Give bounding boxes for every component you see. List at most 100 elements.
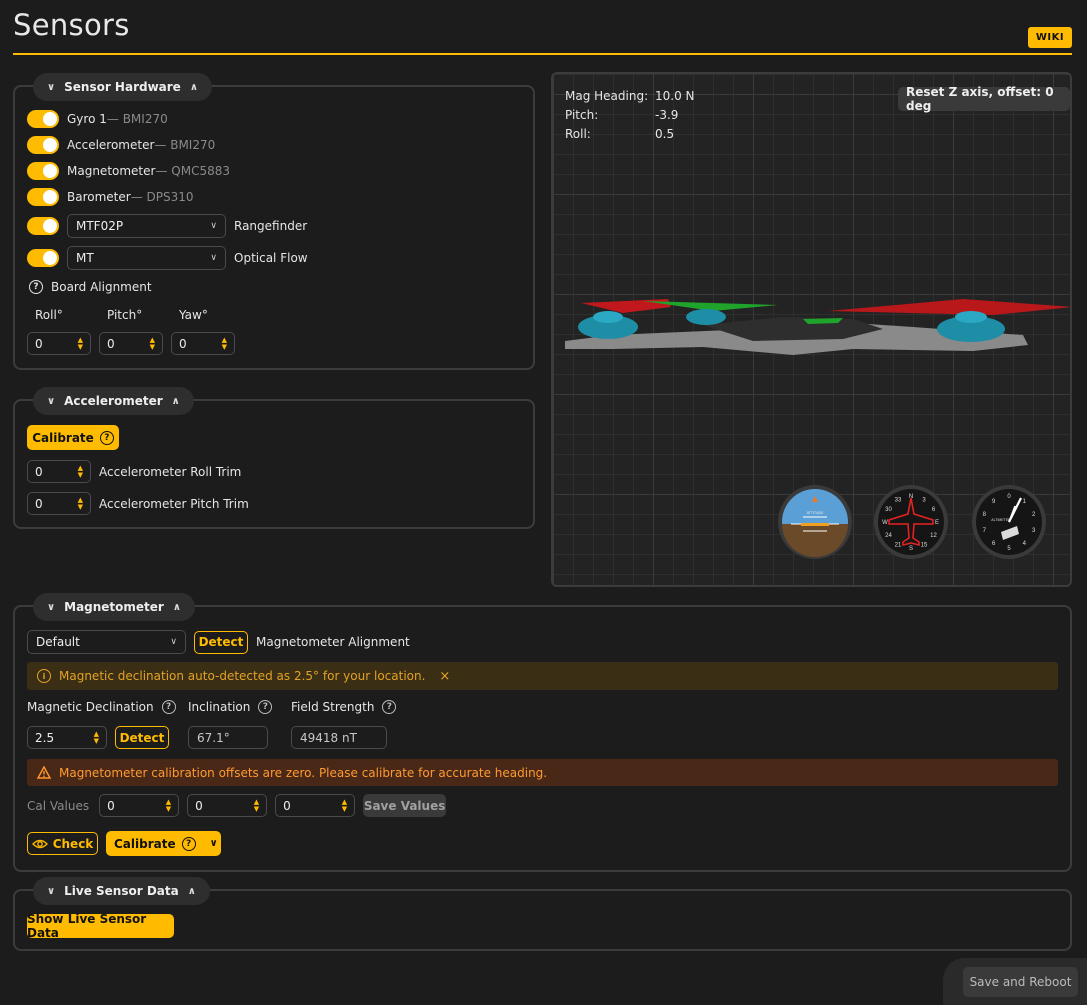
rangefinder-select[interactable]: MTF02P ∨ bbox=[67, 214, 226, 238]
help-icon: ? bbox=[99, 430, 114, 445]
yaw-value: 0 bbox=[179, 336, 187, 351]
chevron-down-icon: ∨ bbox=[47, 885, 56, 897]
show-live-data-button[interactable]: Show Live Sensor Data bbox=[27, 912, 174, 940]
wiki-button[interactable]: WIKI bbox=[1028, 27, 1072, 48]
info-icon: i bbox=[37, 669, 51, 683]
stepper-icon[interactable]: ▲ ▼ bbox=[342, 798, 347, 813]
viewer-roll-value: 0.5 bbox=[655, 127, 675, 141]
compass-label: 21 bbox=[895, 543, 902, 549]
cal-z-input[interactable]: 0 ▲ ▼ bbox=[275, 794, 356, 817]
pitch-input[interactable]: 0 ▲ ▼ bbox=[99, 332, 163, 355]
declination-detect-button[interactable]: Detect bbox=[115, 726, 169, 749]
help-icon[interactable]: ? bbox=[382, 700, 397, 714]
warning-banner-text: Magnetometer calibration offsets are zer… bbox=[59, 765, 548, 780]
accelerometer-title: Accelerometer bbox=[64, 394, 163, 408]
mag-calibrate-button[interactable]: Calibrate ? ∨ bbox=[106, 831, 221, 856]
yaw-input[interactable]: 0 ▲ ▼ bbox=[171, 332, 235, 355]
reset-z-axis-button[interactable]: Reset Z axis, offset: 0 deg bbox=[898, 85, 1070, 113]
accel-pitch-trim-row: 0 ▲ ▼ Accelerometer Pitch Trim bbox=[27, 492, 249, 515]
model-viewer[interactable]: Mag Heading: 10.0 N Pitch: -3.9 Roll: 0.… bbox=[551, 72, 1072, 587]
stepper-icon[interactable]: ▲ ▼ bbox=[254, 798, 259, 813]
sensor-hardware-tab[interactable]: ∨ Sensor Hardware ∧ bbox=[33, 73, 212, 101]
live-sensor-tab[interactable]: ∨ Live Sensor Data ∧ bbox=[33, 877, 210, 905]
magnetometer-tab[interactable]: ∨ Magnetometer ∧ bbox=[33, 593, 195, 621]
stepper-icon[interactable]: ▲ ▼ bbox=[78, 336, 83, 351]
magnetometer-title: Magnetometer bbox=[64, 600, 164, 614]
compass-label: 15 bbox=[921, 543, 928, 549]
barometer-toggle[interactable] bbox=[27, 188, 59, 206]
stepper-icon[interactable]: ▲ ▼ bbox=[150, 336, 155, 351]
chevron-down-icon: ∨ bbox=[47, 601, 56, 613]
stepper-icon[interactable]: ▲ ▼ bbox=[78, 496, 83, 511]
inclination-label: Inclination bbox=[188, 700, 251, 714]
cal-y-input[interactable]: 0 ▲ ▼ bbox=[187, 794, 268, 817]
accel-roll-trim-input[interactable]: 0 ▲ ▼ bbox=[27, 460, 91, 483]
board-alignment-label: Board Alignment bbox=[51, 280, 152, 294]
stepper-icon[interactable]: ▲ ▼ bbox=[166, 798, 171, 813]
chevron-down-icon[interactable]: ∨ bbox=[210, 838, 218, 849]
barometer-chip: — DPS310 bbox=[130, 190, 194, 204]
opticalflow-value: MT bbox=[76, 251, 94, 265]
compass-label: 24 bbox=[885, 533, 892, 539]
gyro-label: Gyro 1 bbox=[67, 112, 107, 126]
chevron-down-icon: ∨ bbox=[47, 81, 56, 93]
declination-input[interactable]: 2.5 ▲ ▼ bbox=[27, 726, 107, 749]
motor-mid bbox=[686, 309, 726, 325]
close-icon[interactable]: × bbox=[439, 669, 450, 684]
mag-alignment-label: Magnetometer Alignment bbox=[256, 635, 410, 649]
accelerometer-label: Accelerometer bbox=[67, 138, 155, 152]
accel-calibrate-button[interactable]: Calibrate ? bbox=[27, 425, 119, 450]
viewer-pitch-label: Pitch: bbox=[565, 108, 599, 122]
accel-pitch-trim-value: 0 bbox=[35, 496, 43, 511]
sensors-page: Sensors WIKI ∨ Sensor Hardware ∧ Gyro 1—… bbox=[0, 0, 1087, 1005]
help-icon[interactable]: ? bbox=[258, 700, 273, 714]
save-and-reboot-button[interactable]: Save and Reboot bbox=[963, 967, 1078, 997]
inclination-field: 67.1° bbox=[188, 726, 268, 749]
mag-heading-label: Mag Heading: bbox=[565, 89, 649, 103]
sensor-row-barometer: Barometer— DPS310 bbox=[27, 188, 194, 206]
mag-alignment-detect-button[interactable]: Detect bbox=[194, 630, 248, 654]
save-bar: Save and Reboot bbox=[943, 958, 1087, 1005]
accelerometer-toggle[interactable] bbox=[27, 136, 59, 154]
help-icon[interactable]: ? bbox=[161, 700, 176, 714]
accel-roll-trim-label: Accelerometer Roll Trim bbox=[99, 464, 242, 479]
rangefinder-toggle[interactable] bbox=[27, 217, 59, 235]
compass-label: 12 bbox=[930, 533, 937, 539]
rangefinder-label: Rangefinder bbox=[234, 219, 308, 233]
mag-check-button[interactable]: Check bbox=[27, 832, 98, 855]
accel-pitch-trim-label: Accelerometer Pitch Trim bbox=[99, 496, 249, 511]
compass-label: 33 bbox=[895, 497, 902, 503]
accel-roll-trim-row: 0 ▲ ▼ Accelerometer Roll Trim bbox=[27, 460, 241, 483]
chevron-up-icon: ∧ bbox=[189, 81, 198, 93]
declination-info-banner: i Magnetic declination auto-detected as … bbox=[27, 662, 1058, 690]
stepper-icon[interactable]: ▲ ▼ bbox=[222, 336, 227, 351]
magnetometer-toggle[interactable] bbox=[27, 162, 59, 180]
declination-label: Magnetic Declination bbox=[27, 700, 154, 714]
declination-value: 2.5 bbox=[35, 730, 55, 745]
chevron-down-icon: ∨ bbox=[170, 637, 177, 647]
stepper-icon[interactable]: ▲ ▼ bbox=[94, 730, 99, 745]
accel-pitch-trim-input[interactable]: 0 ▲ ▼ bbox=[27, 492, 91, 515]
opticalflow-toggle[interactable] bbox=[27, 249, 59, 267]
live-sensor-title: Live Sensor Data bbox=[64, 884, 179, 898]
compass-label: E bbox=[935, 520, 939, 526]
mag-alignment-select[interactable]: Default ∨ bbox=[27, 630, 186, 654]
pitch-label: Pitch° bbox=[107, 308, 143, 322]
stepper-icon[interactable]: ▲ ▼ bbox=[78, 464, 83, 479]
attitude-indicator: ATTITUDE bbox=[778, 485, 852, 559]
calibration-warning-banner: Magnetometer calibration offsets are zer… bbox=[27, 759, 1058, 786]
gyro-chip: — BMI270 bbox=[106, 112, 168, 126]
save-values-button[interactable]: Save Values bbox=[363, 794, 447, 817]
cal-x-input[interactable]: 0 ▲ ▼ bbox=[99, 794, 180, 817]
roll-input[interactable]: 0 ▲ ▼ bbox=[27, 332, 91, 355]
gyro-toggle[interactable] bbox=[27, 110, 59, 128]
accelerometer-tab[interactable]: ∨ Accelerometer ∧ bbox=[33, 387, 194, 415]
roll-value: 0 bbox=[35, 336, 43, 351]
accelerometer-chip: — BMI270 bbox=[154, 138, 216, 152]
cal-values-row: Cal Values 0 ▲ ▼ 0 ▲ ▼ 0 ▲ ▼ Save Values bbox=[27, 794, 447, 817]
warning-icon bbox=[37, 766, 51, 779]
rangefinder-row: MTF02P ∨ Rangefinder bbox=[27, 214, 307, 238]
opticalflow-label: Optical Flow bbox=[234, 251, 308, 265]
help-icon[interactable]: ? bbox=[29, 280, 43, 294]
opticalflow-select[interactable]: MT ∨ bbox=[67, 246, 226, 270]
